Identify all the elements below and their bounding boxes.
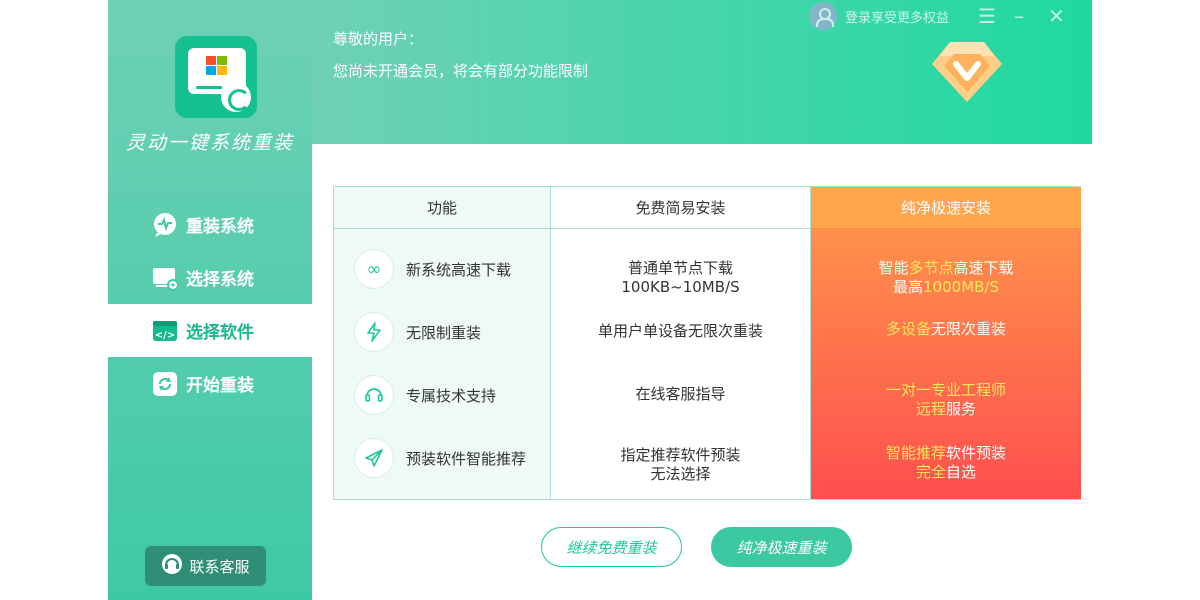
- app-title: 灵动一键系统重装: [125, 132, 294, 154]
- monitor-icon: [152, 265, 179, 291]
- lightning-icon: [354, 312, 394, 352]
- premium-cell-line: 智能多节点高速下载: [811, 259, 1081, 278]
- premium-text: 智能: [878, 259, 909, 277]
- free-cell: 普通单节点下载 100KB~10MB/S: [551, 259, 810, 297]
- column-header: 免费简易安装: [551, 187, 810, 229]
- sidebar: 灵动一键系统重装 重装系统 选择系统 </> 选择软件 开始重装 联系客服: [108, 0, 312, 600]
- pulse-chat-icon: [152, 212, 178, 238]
- premium-highlight: 1000MB/S: [923, 278, 999, 296]
- contact-support-label: 联系客服: [189, 557, 250, 576]
- contact-support-button[interactable]: 联系客服: [145, 546, 266, 586]
- headset-icon: [354, 375, 394, 415]
- free-cell-line: 在线客服指导: [635, 385, 726, 403]
- premium-cell-line: 最高1000MB/S: [811, 278, 1081, 297]
- feature-row: 专属技术支持: [334, 375, 550, 415]
- feature-row: 预装软件智能推荐: [334, 438, 550, 478]
- sidebar-item-label: 选择系统: [186, 270, 254, 290]
- premium-highlight: 远程: [915, 400, 946, 418]
- free-cell-line: 普通单节点下载: [627, 259, 733, 277]
- sidebar-item-start-reinstall[interactable]: 开始重装: [108, 357, 312, 410]
- header-banner: 尊敬的用户： 您尚未开通会员，将会有部分功能限制 登录享受更多权益 ☰ – ✕: [312, 0, 1092, 144]
- menu-icon[interactable]: ☰: [978, 4, 996, 28]
- headset-chat-icon: [161, 553, 183, 579]
- infinity-icon: ∞: [354, 249, 394, 289]
- greeting-text: 尊敬的用户：: [333, 30, 424, 48]
- premium-highlight: 多设备: [885, 320, 931, 338]
- continue-free-reinstall-button[interactable]: 继续免费重装: [541, 527, 682, 567]
- sidebar-item-label: 选择软件: [186, 323, 254, 343]
- sidebar-item-label: 开始重装: [186, 376, 254, 396]
- premium-highlight: 一对一专业工程师: [885, 381, 1006, 399]
- premium-cell-line: 智能推荐软件预装: [811, 444, 1081, 463]
- free-cell-line: 无法选择: [650, 465, 711, 483]
- vip-badge-icon: [930, 40, 1004, 104]
- premium-text: 无限次重装: [931, 320, 1007, 338]
- feature-label: 无限制重装: [406, 323, 482, 342]
- free-cell-line: 100KB~10MB/S: [621, 278, 740, 296]
- premium-cell: 多设备无限次重装: [811, 320, 1081, 339]
- premium-cell-line: 完全自选: [811, 463, 1081, 482]
- refresh-badge-icon: [221, 82, 251, 112]
- sidebar-item-label: 重装系统: [186, 217, 254, 237]
- code-window-icon: </>: [152, 318, 178, 344]
- column-header: 功能: [334, 187, 550, 229]
- premium-text: 自选: [946, 463, 977, 481]
- feature-row: 无限制重装: [334, 312, 550, 352]
- svg-text:</>: </>: [155, 330, 175, 341]
- membership-notice: 您尚未开通会员，将会有部分功能限制: [333, 62, 589, 80]
- free-cell-line: 指定推荐软件预装: [620, 446, 741, 464]
- free-cell: 指定推荐软件预装 无法选择: [551, 446, 810, 484]
- premium-cell-line: 多设备无限次重装: [811, 320, 1081, 339]
- windows-logo-icon: [206, 56, 228, 76]
- premium-text: 服务: [946, 400, 977, 418]
- feature-label: 新系统高速下载: [406, 260, 512, 279]
- premium-highlight: 完全: [915, 463, 946, 481]
- premium-column: 纯净极速安装 智能多节点高速下载 最高1000MB/S 多设备无限次重装 一对一…: [811, 187, 1081, 499]
- login-text: 登录享受更多权益: [845, 10, 950, 26]
- feature-label: 专属技术支持: [406, 386, 497, 405]
- pure-fast-reinstall-button[interactable]: 纯净极速重装: [711, 527, 852, 567]
- feature-label: 预装软件智能推荐: [406, 449, 527, 468]
- premium-cell-line: 一对一专业工程师: [811, 381, 1081, 400]
- column-header: 纯净极速安装: [811, 187, 1081, 229]
- close-icon[interactable]: ✕: [1048, 4, 1065, 28]
- refresh-icon: [152, 371, 178, 397]
- feature-column: 功能 ∞ 新系统高速下载 无限制重装 专属技术支持 预装软件智能推荐: [334, 187, 551, 499]
- free-cell-line: 单用户单设备无限次重装: [597, 322, 763, 340]
- premium-cell: 智能多节点高速下载 最高1000MB/S: [811, 259, 1081, 297]
- sidebar-item-reinstall-system[interactable]: 重装系统: [108, 198, 312, 251]
- feature-row: ∞ 新系统高速下载: [334, 249, 550, 289]
- comparison-table: 功能 ∞ 新系统高速下载 无限制重装 专属技术支持 预装软件智能推荐 免费简易安…: [333, 186, 1081, 500]
- free-column: 免费简易安装 普通单节点下载 100KB~10MB/S 单用户单设备无限次重装 …: [551, 187, 811, 499]
- minimize-icon[interactable]: –: [1014, 4, 1024, 28]
- login-link[interactable]: 登录享受更多权益: [809, 2, 949, 30]
- premium-text: 软件预装: [946, 444, 1007, 462]
- premium-cell: 智能推荐软件预装 完全自选: [811, 444, 1081, 482]
- free-cell: 在线客服指导: [551, 385, 810, 404]
- premium-text: 最高: [893, 278, 924, 296]
- free-cell: 单用户单设备无限次重装: [551, 322, 810, 341]
- premium-highlight: 多节点: [908, 259, 954, 277]
- paper-plane-icon: [354, 438, 394, 478]
- avatar: [809, 2, 837, 30]
- premium-text: 高速下载: [953, 259, 1014, 277]
- premium-cell: 一对一专业工程师 远程服务: [811, 381, 1081, 419]
- premium-highlight: 智能推荐: [885, 444, 946, 462]
- sidebar-item-select-software[interactable]: </> 选择软件: [108, 304, 312, 357]
- app-logo: [175, 36, 257, 118]
- sidebar-item-select-system[interactable]: 选择系统: [108, 251, 312, 304]
- premium-cell-line: 远程服务: [811, 400, 1081, 419]
